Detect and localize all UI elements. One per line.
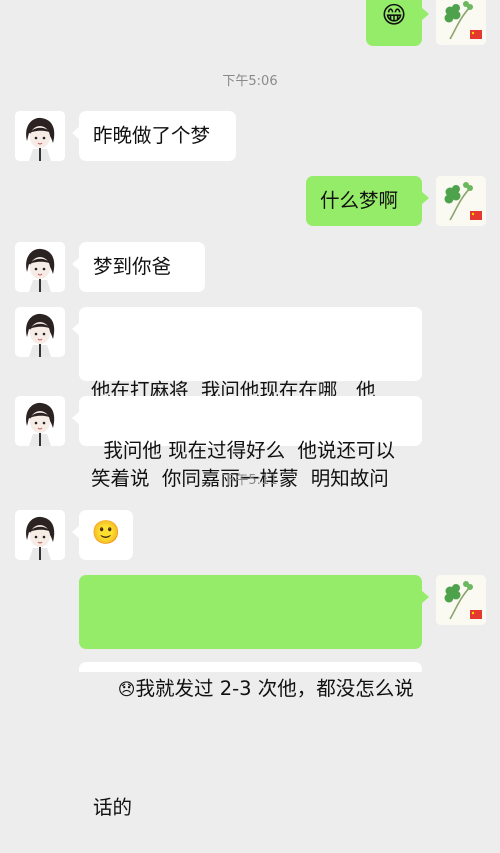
disappointed-emoji: 😞 [117,680,136,700]
message-text-line: 话的 [93,796,133,819]
message-bubble-sent[interactable]: 😁 [366,0,429,46]
message-bubble-received[interactable]: 🙂 [72,510,133,560]
message-bubble-received[interactable]: 昨晚做了个梦 [72,111,236,161]
my-avatar[interactable] [436,0,486,45]
message-bubble-sent[interactable]: 什么梦啊 [306,176,429,226]
message-text: 昨晚做了个梦 [93,124,211,147]
cartoon-girl-avatar-icon [15,242,65,292]
timestamp: 下午5:06 [222,74,278,89]
friend-avatar[interactable] [15,510,65,560]
timestamp: 下午5:11 [222,473,278,488]
message-text: 我问他 现在过得好么 他说还可以 [103,439,396,462]
my-avatar[interactable] [436,575,486,625]
message-text: 梦到你爸 [93,255,172,278]
friend-avatar[interactable] [15,396,65,446]
message-text-line: 我就发过 2-3 次他，都没怎么说 [135,677,414,700]
clover-flag-icon [436,176,486,226]
cartoon-girl-avatar-icon [15,307,65,357]
message-bubble-received[interactable]: 他在打麻将 我问他现在在哪 他 笑着说 你同嘉丽一样蒙 明知故问 [72,307,422,490]
message-bubble-partial [79,662,422,672]
clover-flag-icon [436,0,486,45]
friend-avatar[interactable] [15,242,65,292]
message-text: 什么梦啊 [320,189,399,212]
clover-flag-icon [436,575,486,625]
message-bubble-received[interactable]: 梦到你爸 [72,242,205,292]
friend-avatar[interactable] [15,307,65,357]
cartoon-girl-avatar-icon [15,396,65,446]
cartoon-girl-avatar-icon [15,111,65,161]
smile-emoji: 🙂 [91,520,121,546]
cartoon-girl-avatar-icon [15,510,65,560]
message-bubble-received[interactable]: 我问他 现在过得好么 他说还可以 [72,396,422,462]
my-avatar[interactable] [436,176,486,226]
friend-avatar[interactable] [15,111,65,161]
message-bubble-sent[interactable]: 😞我就发过 2-3 次他，都没怎么说 话的 [79,575,429,819]
grin-emoji: 😁 [381,1,407,29]
